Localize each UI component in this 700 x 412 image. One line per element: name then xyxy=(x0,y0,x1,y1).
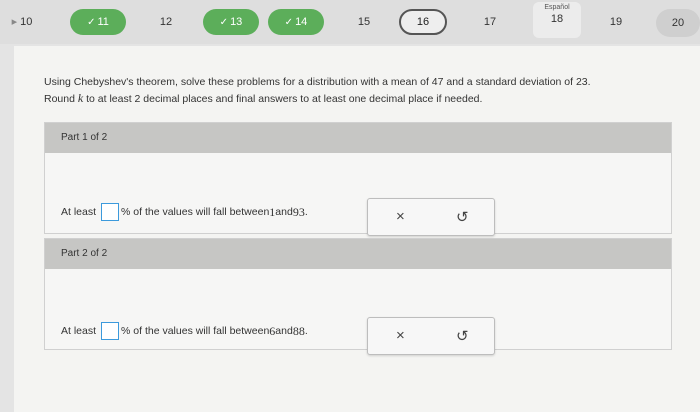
question-20-label: 20 xyxy=(671,17,685,29)
part-1-action-buttons: × ↺ xyxy=(367,198,495,236)
question-11-link[interactable]: ✓ 11 xyxy=(70,9,126,35)
clear-icon[interactable]: × xyxy=(396,208,405,225)
percent-answer-input[interactable] xyxy=(101,203,120,221)
question-10-label: 10 xyxy=(20,16,33,28)
problem-line-2: Round k to at least 2 decimal places and… xyxy=(44,91,483,105)
checkmark-icon: ✓ xyxy=(219,17,229,28)
part-2-body: At least % of the values will fall betwe… xyxy=(45,269,671,355)
question-13-link[interactable]: ✓ 13 xyxy=(203,9,259,35)
question-19-label: 19 xyxy=(609,16,623,28)
problem-statement: Using Chebyshev's theorem, solve these p… xyxy=(44,74,664,107)
checkmark-icon: ✓ xyxy=(284,17,294,28)
checkmark-icon: ✓ xyxy=(87,17,96,28)
question-18-link[interactable]: Español 18 xyxy=(533,2,581,38)
question-16-current[interactable]: 16 xyxy=(399,9,447,35)
question-12-link[interactable]: 12 xyxy=(146,9,186,35)
question-14-link[interactable]: ✓ 14 xyxy=(268,9,324,35)
part-1-body: At least % of the values will fall betwe… xyxy=(45,153,671,236)
clear-icon[interactable]: × xyxy=(396,327,405,344)
question-19-link[interactable]: 19 xyxy=(596,9,636,35)
part-2-title: Part 2 of 2 xyxy=(45,239,671,269)
question-nav-bar: ▸ 10 ✓ 11 12 ✓ 13 ✓ 14 15 16 17 Español 18 … xyxy=(0,0,700,44)
question-16-label: 16 xyxy=(416,16,430,28)
question-13-label: 13 xyxy=(230,16,243,28)
problem-line-1: Using Chebyshev's theorem, solve these p… xyxy=(44,76,591,88)
percent-answer-input[interactable] xyxy=(101,322,120,340)
question-15-link[interactable]: 15 xyxy=(344,9,384,35)
part-1-panel: Part 1 of 2 At least % of the values wil… xyxy=(44,122,672,236)
part-2-panel: Part 2 of 2 At least % of the values wil… xyxy=(44,238,672,355)
question-20-link[interactable]: 20 xyxy=(656,9,700,37)
part-1-statement: At least % of the values will fall betwe… xyxy=(61,203,308,221)
question-15-label: 15 xyxy=(357,16,371,28)
language-label: Español xyxy=(544,4,570,11)
back-arrow-icon: ▸ xyxy=(11,16,18,28)
question-14-label: 14 xyxy=(295,16,308,28)
part-2-statement: At least % of the values will fall betwe… xyxy=(61,322,308,340)
question-10-link[interactable]: ▸ 10 xyxy=(2,9,42,35)
question-17-link[interactable]: 17 xyxy=(470,9,510,35)
question-18-label: 18 xyxy=(550,13,564,25)
undo-icon[interactable]: ↺ xyxy=(456,327,469,345)
undo-icon[interactable]: ↺ xyxy=(456,208,469,226)
question-11-label: 11 xyxy=(97,16,109,28)
part-1-title: Part 1 of 2 xyxy=(45,123,671,153)
question-17-label: 17 xyxy=(483,16,497,28)
question-12-label: 12 xyxy=(159,16,173,28)
part-2-action-buttons: × ↺ xyxy=(367,317,495,355)
